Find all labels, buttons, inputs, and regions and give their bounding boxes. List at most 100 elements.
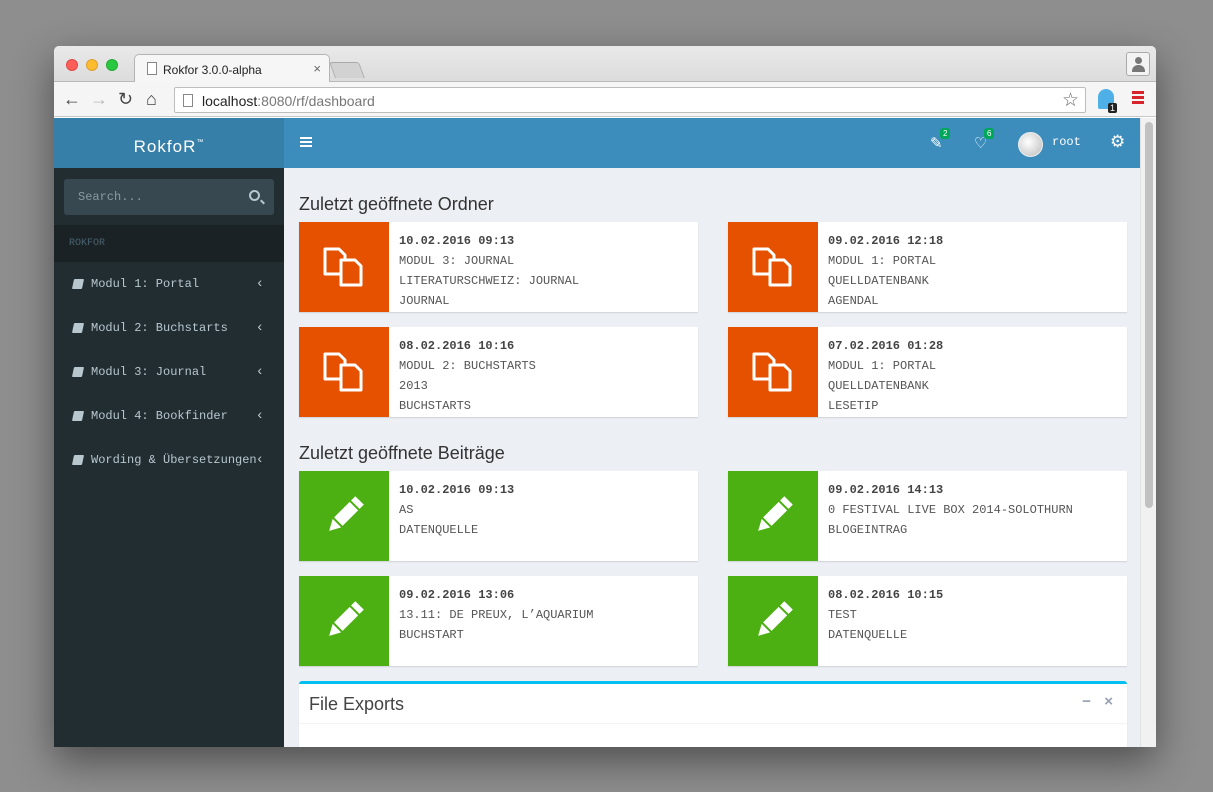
forward-arrow-icon[interactable]: → — [90, 88, 108, 110]
top-navbar: ✎ 2 ♡ 6 root ⚙ — [284, 118, 1140, 168]
url-host: localhost — [202, 93, 258, 109]
sidebar-search-input[interactable]: Search... — [64, 179, 274, 215]
card-text: 09.02.2016 14:13 0 FESTIVAL LIVE BOX 201… — [828, 480, 1073, 540]
gears-icon[interactable]: ⚙ — [1110, 132, 1125, 152]
sidebar-item-label: Modul 3: Journal — [91, 365, 207, 379]
card-date: 09.02.2016 13:06 — [399, 588, 515, 602]
new-tab-button[interactable] — [329, 62, 365, 78]
chevron-left-icon: ‹ — [255, 320, 264, 336]
search-placeholder: Search... — [78, 190, 143, 204]
card-line: DATENQUELLE — [399, 523, 479, 537]
card-line: MODUL 2: BUCHSTARTS — [399, 359, 536, 373]
file-exports-title: File Exports — [309, 694, 405, 714]
profile-button[interactable] — [1126, 52, 1150, 76]
sidebar-item-modul-3[interactable]: Modul 3: Journal ‹ — [54, 350, 284, 394]
home-icon[interactable]: ⌂ — [146, 88, 157, 110]
card-date: 10.02.2016 09:13 — [399, 234, 515, 248]
card-text: 08.02.2016 10:15 TEST DATENQUELLE — [828, 585, 943, 645]
close-icon[interactable]: × — [1104, 693, 1113, 710]
card-text: 09.02.2016 12:18 MODUL 1: PORTAL QUELLDA… — [828, 231, 943, 311]
sidebar-header: ROKFOR — [54, 225, 284, 262]
bookmark-star-icon[interactable]: ☆ — [1062, 89, 1079, 112]
card-line: QUELLDATENBANK — [828, 379, 929, 393]
sidebar-item-label: Modul 1: Portal — [91, 277, 200, 291]
card-line: LESETIP — [828, 399, 879, 413]
book-icon — [71, 367, 85, 377]
card-line: TEST — [828, 608, 857, 622]
card-line: BLOGEINTRAG — [828, 523, 908, 537]
folder-files-icon — [299, 222, 389, 312]
post-card[interactable]: 10.02.2016 09:13 AS DATENQUELLE — [299, 471, 698, 561]
card-line: 0 FESTIVAL LIVE BOX 2014-SOLOTHURN — [828, 503, 1073, 517]
scrollbar-thumb[interactable] — [1145, 122, 1153, 508]
folder-card[interactable]: 09.02.2016 12:18 MODUL 1: PORTAL QUELLDA… — [728, 222, 1127, 312]
minimize-window-button[interactable] — [86, 59, 98, 71]
chevron-left-icon: ‹ — [255, 408, 264, 424]
card-date: 07.02.2016 01:28 — [828, 339, 944, 353]
tab-close-icon[interactable]: × — [313, 61, 321, 76]
sidebar-toggle-icon[interactable] — [300, 137, 312, 149]
sidebar-item-wording[interactable]: Wording & Übersetzungen ‹ — [54, 438, 284, 482]
card-date: 08.02.2016 10:16 — [399, 339, 515, 353]
browser-menu-icon[interactable] — [1132, 91, 1144, 106]
logo-trademark: ™ — [196, 139, 205, 146]
book-icon — [71, 279, 85, 289]
tab-strip: Rokfor 3.0.0-alpha × — [54, 46, 1156, 83]
post-card[interactable]: 09.02.2016 13:06 13.11: DE PREUX, L’AQUA… — [299, 576, 698, 666]
folder-card[interactable]: 08.02.2016 10:16 MODUL 2: BUCHSTARTS 201… — [299, 327, 698, 417]
folder-files-icon — [728, 222, 818, 312]
sidebar-menu: Modul 1: Portal ‹ Modul 2: Buchstarts ‹ … — [54, 262, 284, 482]
folder-card[interactable]: 07.02.2016 01:28 MODUL 1: PORTAL QUELLDA… — [728, 327, 1127, 417]
address-bar[interactable]: localhost:8080/rf/dashboard ☆ — [174, 87, 1086, 113]
card-line: AGENDAL — [828, 294, 879, 308]
close-window-button[interactable] — [66, 59, 78, 71]
sidebar-item-modul-4[interactable]: Modul 4: Bookfinder ‹ — [54, 394, 284, 438]
page-icon — [183, 94, 193, 107]
edit-badge: 2 — [940, 128, 951, 139]
card-line: DATENQUELLE — [828, 628, 908, 642]
folder-files-icon — [728, 327, 818, 417]
sidebar-item-label: Modul 2: Buchstarts — [91, 321, 228, 335]
chevron-left-icon: ‹ — [255, 452, 264, 468]
card-line: 13.11: DE PREUX, L’AQUARIUM — [399, 608, 594, 622]
card-date: 10.02.2016 09:13 — [399, 483, 515, 497]
book-icon — [71, 323, 85, 333]
card-line: AS — [399, 503, 414, 517]
tab-title: Rokfor 3.0.0-alpha — [163, 63, 262, 77]
user-name[interactable]: root — [1052, 135, 1081, 149]
extension-badge: 1 — [1108, 103, 1118, 113]
file-exports-box: File Exports − × — [299, 681, 1127, 747]
browser-tab[interactable]: Rokfor 3.0.0-alpha × — [134, 54, 330, 83]
url-path: :8080/rf/dashboard — [257, 93, 375, 109]
chevron-left-icon: ‹ — [255, 276, 264, 292]
sidebar-item-modul-2[interactable]: Modul 2: Buchstarts ‹ — [54, 306, 284, 350]
folder-files-icon — [299, 327, 389, 417]
back-arrow-icon[interactable]: ← — [63, 88, 81, 110]
minimize-icon[interactable]: − — [1082, 693, 1091, 710]
card-line: 2013 — [399, 379, 428, 393]
zoom-window-button[interactable] — [106, 59, 118, 71]
folder-card[interactable]: 10.02.2016 09:13 MODUL 3: JOURNAL LITERA… — [299, 222, 698, 312]
person-icon — [1135, 57, 1142, 64]
logo[interactable]: RokfoR™ — [54, 118, 284, 168]
url-text[interactable]: localhost:8080/rf/dashboard — [202, 93, 375, 109]
browser-window: Rokfor 3.0.0-alpha × ← → ↻ ⌂ localhost:8… — [54, 46, 1156, 747]
avatar[interactable] — [1018, 132, 1043, 157]
post-card[interactable]: 09.02.2016 14:13 0 FESTIVAL LIVE BOX 201… — [728, 471, 1127, 561]
scrollbar[interactable] — [1140, 118, 1156, 747]
card-text: 08.02.2016 10:16 MODUL 2: BUCHSTARTS 201… — [399, 336, 536, 416]
reload-icon[interactable]: ↻ — [118, 88, 133, 110]
logo-text: RokfoR — [133, 137, 197, 156]
card-line: MODUL 3: JOURNAL — [399, 254, 515, 268]
card-date: 08.02.2016 10:15 — [828, 588, 944, 602]
book-icon — [71, 411, 85, 421]
card-line: MODUL 1: PORTAL — [828, 359, 937, 373]
card-date: 09.02.2016 12:18 — [828, 234, 944, 248]
card-line: LITERATURSCHWEIZ: JOURNAL — [399, 274, 580, 288]
search-icon[interactable] — [249, 190, 260, 201]
post-card[interactable]: 08.02.2016 10:15 TEST DATENQUELLE — [728, 576, 1127, 666]
card-line: BUCHSTARTS — [399, 399, 472, 413]
sidebar-item-modul-1[interactable]: Modul 1: Portal ‹ — [54, 262, 284, 306]
card-text: 09.02.2016 13:06 13.11: DE PREUX, L’AQUA… — [399, 585, 593, 645]
app: RokfoR™ Search... ROKFOR Modul 1: Portal… — [54, 118, 1156, 747]
